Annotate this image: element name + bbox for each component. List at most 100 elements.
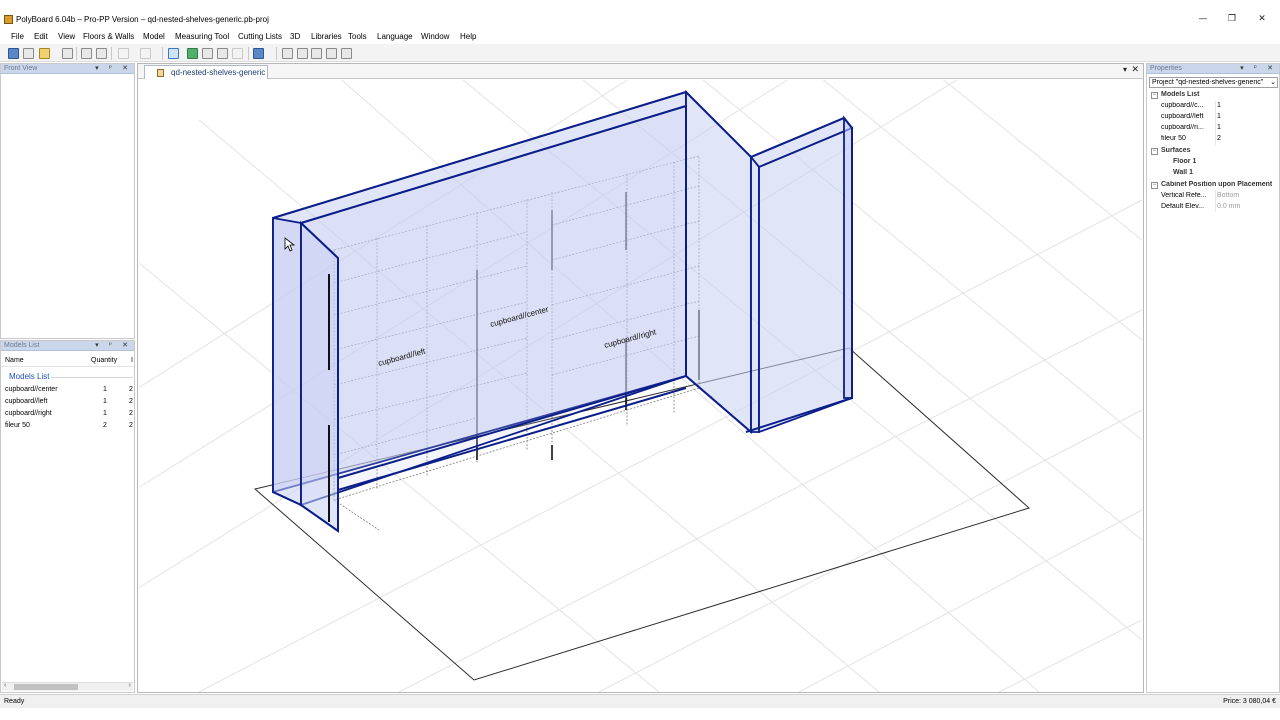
chevron-down-icon: ⌄: [1270, 78, 1276, 86]
models-list-column-header: Name Quantity I: [1, 353, 134, 367]
new-document-icon[interactable]: [23, 48, 34, 59]
property-section-surfaces[interactable]: − Surfaces: [1147, 146, 1279, 157]
property-section-cabinet-position[interactable]: − Cabinet Position upon Placement: [1147, 180, 1279, 191]
copy-model-icon[interactable]: [202, 48, 213, 59]
model-extra: 2: [129, 386, 133, 393]
collapse-icon[interactable]: −: [1151, 92, 1158, 99]
menu-tools[interactable]: Tools: [348, 32, 367, 41]
menu-libraries[interactable]: Libraries: [311, 32, 342, 41]
pan-hand-icon[interactable]: [341, 48, 352, 59]
scroll-right-icon[interactable]: ›: [129, 682, 131, 689]
collapse-icon[interactable]: −: [1151, 148, 1158, 155]
property-row[interactable]: Default Elev... 0.0 mm: [1147, 202, 1279, 213]
close-icon[interactable]: ✕: [1131, 65, 1139, 75]
models-list-panel: Models List ▾ ᵖ ✕ Name Quantity I Models…: [0, 340, 135, 693]
property-value[interactable]: 1: [1217, 124, 1221, 131]
column-name[interactable]: Name: [5, 357, 24, 364]
open-folder-icon[interactable]: [39, 48, 50, 59]
front-view-panel: Front View ▾ ᵖ ✕: [0, 63, 135, 339]
list-item[interactable]: cupboard//left 1 2: [1, 397, 134, 409]
tab-document[interactable]: qd-nested-shelves-generic: [144, 65, 268, 79]
toolbar-separator: [111, 47, 112, 60]
zoom-out-icon[interactable]: [297, 48, 308, 59]
property-row[interactable]: Vertical Refe... Bottom: [1147, 191, 1279, 202]
undo-icon[interactable]: [118, 48, 129, 59]
model-quantity: 1: [103, 410, 107, 417]
group-divider: [51, 377, 133, 378]
property-section-models-list[interactable]: − Models List: [1147, 90, 1279, 101]
menu-model[interactable]: Model: [143, 32, 165, 41]
cabinet-icon[interactable]: [187, 48, 198, 59]
select-tool-icon[interactable]: [168, 48, 179, 59]
print-icon[interactable]: [81, 48, 92, 59]
link-icon[interactable]: [232, 48, 243, 59]
restore-button[interactable]: ❐: [1224, 12, 1240, 26]
zoom-in-icon[interactable]: [282, 48, 293, 59]
list-item[interactable]: fileur 50 2 2: [1, 421, 134, 433]
column-extra[interactable]: I: [131, 357, 133, 364]
scroll-left-icon[interactable]: ‹: [4, 682, 6, 689]
menu-floors-walls[interactable]: Floors & Walls: [83, 32, 134, 41]
menu-file[interactable]: File: [11, 32, 24, 41]
panel-controls[interactable]: ▾ ᵖ ✕: [95, 341, 132, 349]
redo-icon[interactable]: [140, 48, 151, 59]
close-button[interactable]: ✕: [1254, 12, 1270, 26]
models-list-group-label: Models List: [9, 372, 50, 381]
property-value[interactable]: 1: [1217, 113, 1221, 120]
property-row[interactable]: cupboard//ri... 1: [1147, 123, 1279, 134]
horizontal-scrollbar[interactable]: ‹ ›: [2, 682, 133, 691]
model-name: cupboard//center: [5, 386, 58, 393]
property-value[interactable]: Bottom: [1217, 192, 1239, 199]
column-quantity[interactable]: Quantity: [91, 357, 117, 364]
properties-title: Properties: [1150, 65, 1182, 72]
save-icon[interactable]: [62, 48, 73, 59]
info-icon[interactable]: [253, 48, 264, 59]
title-bar: PolyBoard 6.04b – Pro-PP Version – qd-ne…: [0, 0, 1280, 30]
list-item[interactable]: cupboard//center 1 2: [1, 385, 134, 397]
property-row[interactable]: fileur 50 2: [1147, 134, 1279, 145]
property-value[interactable]: 0.0 mm: [1217, 203, 1240, 210]
property-row[interactable]: cupboard//c... 1: [1147, 101, 1279, 112]
menu-edit[interactable]: Edit: [34, 32, 48, 41]
menu-3d[interactable]: 3D: [290, 32, 300, 41]
print-preview-icon[interactable]: [96, 48, 107, 59]
models-list-header: Models List ▾ ᵖ ✕: [1, 341, 134, 351]
open-project-icon[interactable]: [8, 48, 19, 59]
property-value[interactable]: 1: [1217, 102, 1221, 109]
property-name: cupboard//ri...: [1161, 124, 1204, 131]
panel-controls[interactable]: ▾ ᵖ ✕: [95, 64, 132, 72]
section-label: Surfaces: [1161, 147, 1191, 154]
chevron-down-icon[interactable]: ▾: [1123, 65, 1127, 74]
surface-name: Floor 1: [1173, 158, 1197, 165]
menu-measuring-tool[interactable]: Measuring Tool: [175, 32, 229, 41]
minimize-button[interactable]: —: [1195, 12, 1211, 26]
document-tab-strip: qd-nested-shelves-generic ▾ ✕: [138, 64, 1143, 79]
zoom-extents-icon[interactable]: [311, 48, 322, 59]
zoom-window-icon[interactable]: [326, 48, 337, 59]
3d-viewport[interactable]: cupboard//left cupboard//center cupboard…: [139, 80, 1142, 692]
object-selector[interactable]: Project "qd-nested-shelves-generic" ⌄: [1149, 77, 1278, 88]
property-row[interactable]: cupboard//left 1: [1147, 112, 1279, 123]
model-name: cupboard//left: [5, 398, 48, 405]
menu-bar: File Edit View Floors & Walls Model Meas…: [0, 30, 1280, 44]
menu-cutting-lists[interactable]: Cutting Lists: [238, 32, 282, 41]
property-name: cupboard//c...: [1161, 102, 1204, 109]
toolbar-separator: [76, 47, 77, 60]
property-row-floor[interactable]: Floor 1: [1147, 157, 1279, 168]
model-quantity: 1: [103, 398, 107, 405]
panel-controls[interactable]: ▾ ᵖ ✕: [1240, 64, 1277, 72]
scrollbar-thumb[interactable]: [14, 684, 78, 690]
list-item[interactable]: cupboard//right 1 2: [1, 409, 134, 421]
property-value[interactable]: 2: [1217, 135, 1221, 142]
property-row-wall[interactable]: Wall 1: [1147, 168, 1279, 179]
model-extra: 2: [129, 422, 133, 429]
collapse-icon[interactable]: −: [1151, 182, 1158, 189]
duplicate-icon[interactable]: [217, 48, 228, 59]
tab-label: qd-nested-shelves-generic: [171, 68, 266, 77]
menu-language[interactable]: Language: [377, 32, 413, 41]
wall-panels: [272, 89, 854, 533]
menu-help[interactable]: Help: [460, 32, 476, 41]
document-area: qd-nested-shelves-generic ▾ ✕ cupboard//…: [137, 63, 1144, 693]
menu-window[interactable]: Window: [421, 32, 449, 41]
menu-view[interactable]: View: [58, 32, 75, 41]
